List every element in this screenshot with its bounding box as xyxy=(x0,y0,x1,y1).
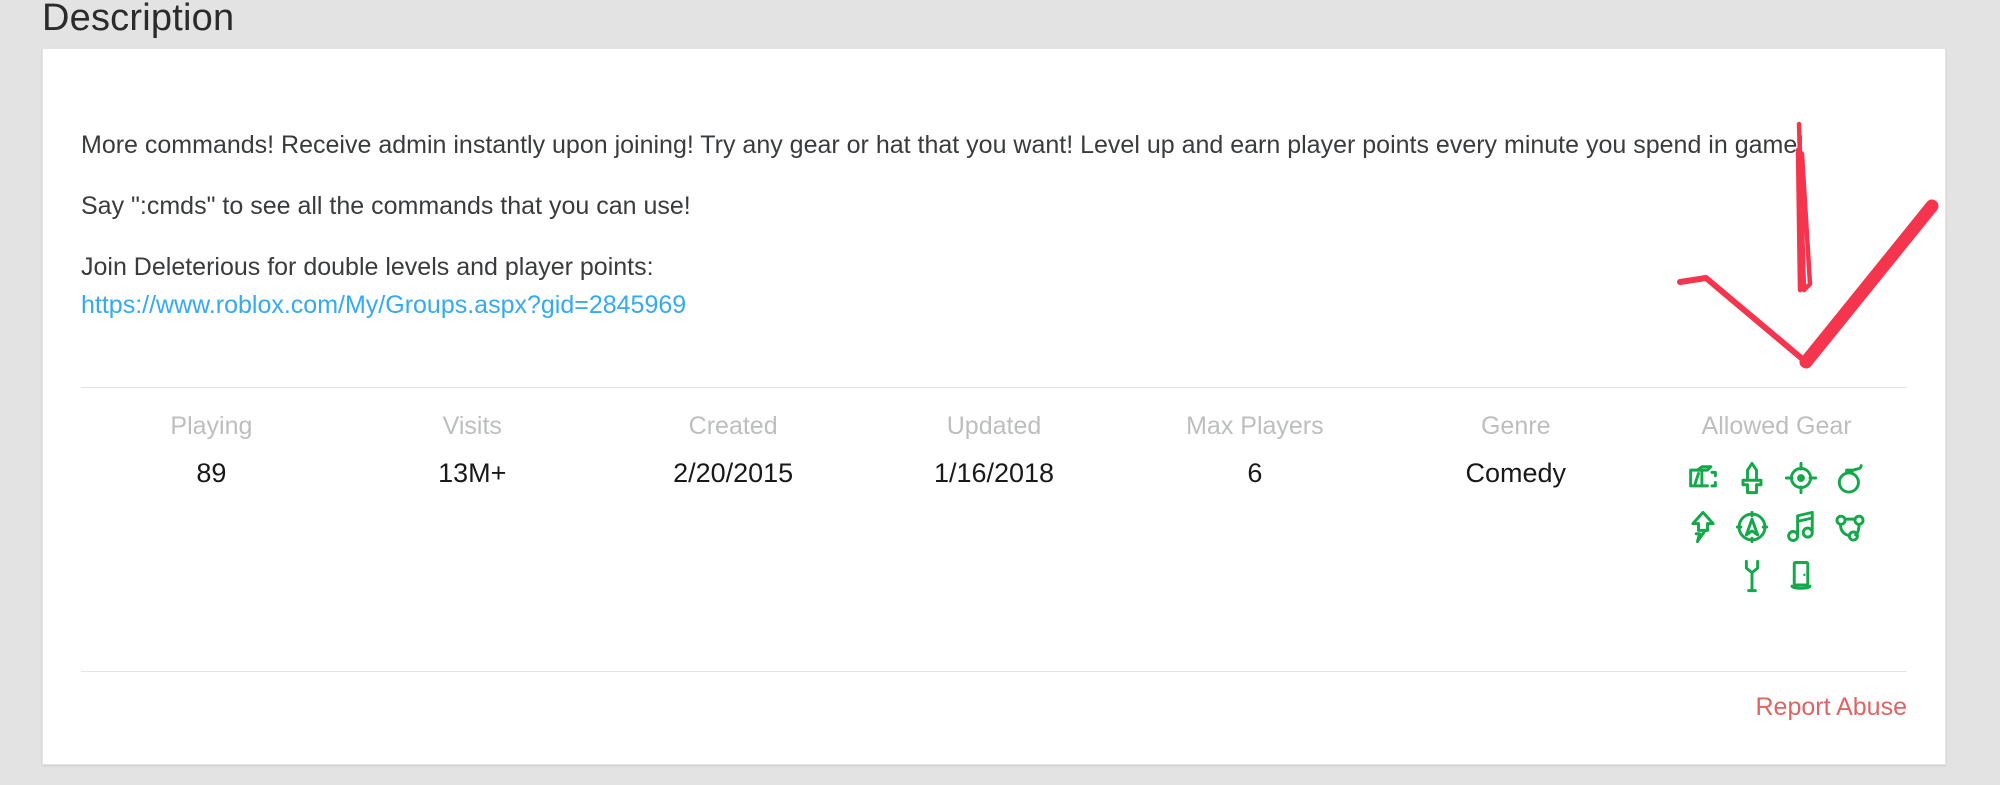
stat-label-playing: Playing xyxy=(170,412,253,440)
stat-label-max-players: Max Players xyxy=(1186,412,1324,440)
description-text-block: More commands! Receive admin instantly u… xyxy=(81,126,1871,324)
stat-label-allowed-gear: Allowed Gear xyxy=(1701,412,1852,440)
explosive-icon[interactable] xyxy=(1826,453,1875,502)
power-up-icon[interactable] xyxy=(1679,502,1728,551)
navigation-icon[interactable] xyxy=(1728,502,1777,551)
description-paragraph-2: Say ":cmds" to see all the commands that… xyxy=(81,192,691,220)
building-tools-icon[interactable] xyxy=(1679,453,1728,502)
stat-allowed-gear: Allowed Gear xyxy=(1646,409,1907,600)
melee-weapon-icon[interactable] xyxy=(1728,453,1777,502)
transport-icon[interactable] xyxy=(1728,551,1777,600)
stat-label-visits: Visits xyxy=(442,412,502,440)
social-item-icon[interactable] xyxy=(1826,502,1875,551)
stat-max-players: Max Players 6 xyxy=(1124,409,1385,493)
divider-above-footer xyxy=(81,671,1907,672)
stat-value-playing: 89 xyxy=(196,458,227,488)
stat-label-updated: Updated xyxy=(946,412,1042,440)
description-paragraph-3: Join Deleterious for double levels and p… xyxy=(81,253,654,281)
teleport-icon[interactable] xyxy=(1777,551,1826,600)
stat-updated: Updated 1/16/2018 xyxy=(864,409,1125,493)
stat-value-visits: 13M+ xyxy=(438,458,507,488)
description-paragraph-1: More commands! Receive admin instantly u… xyxy=(81,131,1805,159)
group-link[interactable]: https://www.roblox.com/My/Groups.aspx?gi… xyxy=(81,286,1871,324)
allowed-gear-icon-grid xyxy=(1679,453,1875,600)
game-stats-row: Playing 89 Visits 13M+ Created 2/20/2015… xyxy=(81,409,1907,600)
report-abuse-link[interactable]: Report Abuse xyxy=(1756,689,1908,725)
page-title: Description xyxy=(42,0,235,39)
stat-label-genre: Genre xyxy=(1480,412,1551,440)
stat-value-max-players: 6 xyxy=(1247,458,1263,488)
ranged-weapon-icon[interactable] xyxy=(1777,453,1826,502)
stat-label-created: Created xyxy=(688,412,778,440)
stat-visits: Visits 13M+ xyxy=(342,409,603,493)
divider-above-stats xyxy=(81,387,1907,388)
musical-instrument-icon[interactable] xyxy=(1777,502,1826,551)
stat-value-genre: Comedy xyxy=(1465,458,1566,488)
description-card: More commands! Receive admin instantly u… xyxy=(42,48,1946,765)
stat-value-created: 2/20/2015 xyxy=(673,458,794,488)
stat-genre: Genre Comedy xyxy=(1385,409,1646,493)
stat-created: Created 2/20/2015 xyxy=(603,409,864,493)
stat-playing: Playing 89 xyxy=(81,409,342,493)
stat-value-updated: 1/16/2018 xyxy=(933,458,1055,488)
